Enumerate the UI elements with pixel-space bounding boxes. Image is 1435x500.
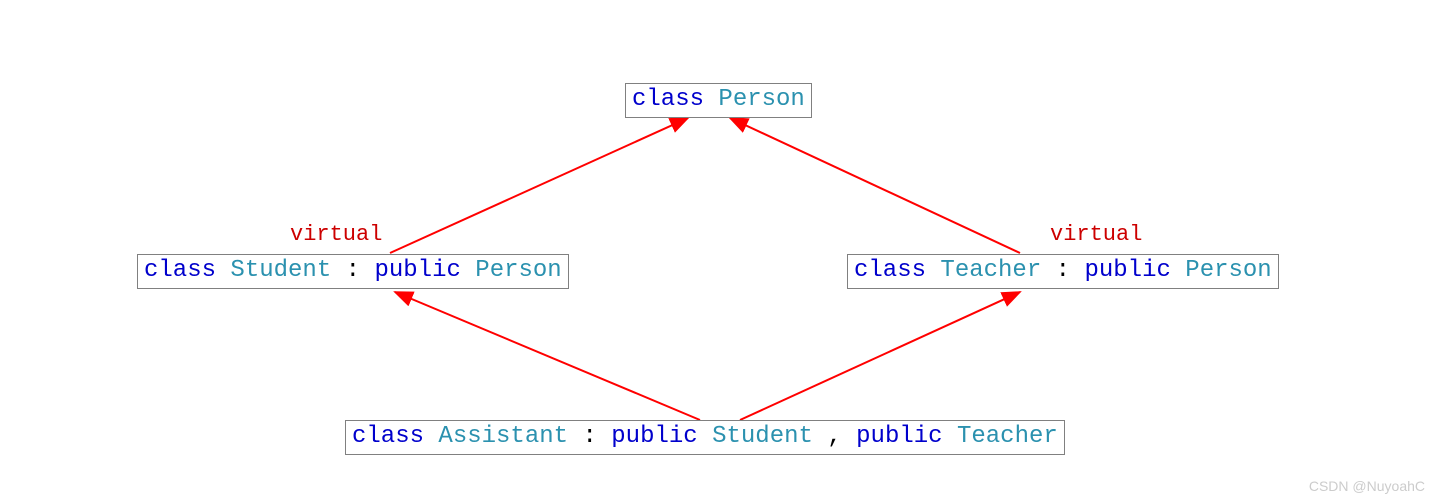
keyword-public: public: [374, 257, 460, 284]
typename-student: Student: [712, 423, 813, 450]
virtual-label-left: virtual: [290, 222, 382, 247]
typename-person: Person: [718, 86, 804, 113]
keyword-class: class: [144, 257, 216, 284]
inheritance-separator: :: [1056, 257, 1085, 284]
typename-person: Person: [1185, 257, 1271, 284]
inheritance-separator: :: [582, 423, 611, 450]
keyword-class: class: [632, 86, 704, 113]
inheritance-separator: :: [346, 257, 375, 284]
keyword-class: class: [854, 257, 926, 284]
assistant-class-box: class Assistant : public Student , publi…: [345, 420, 1065, 455]
typename-teacher: Teacher: [940, 257, 1041, 284]
typename-student: Student: [230, 257, 331, 284]
typename-person: Person: [475, 257, 561, 284]
keyword-public: public: [611, 423, 697, 450]
person-class-box: class Person: [625, 83, 812, 118]
watermark-text: CSDN @NuyoahC: [1309, 478, 1425, 494]
teacher-class-box: class Teacher : public Person: [847, 254, 1279, 289]
keyword-public: public: [1084, 257, 1170, 284]
virtual-label-right: virtual: [1050, 222, 1142, 247]
comma-separator: ,: [827, 423, 856, 450]
keyword-public: public: [856, 423, 942, 450]
student-class-box: class Student : public Person: [137, 254, 569, 289]
typename-teacher: Teacher: [957, 423, 1058, 450]
typename-assistant: Assistant: [438, 423, 568, 450]
keyword-class: class: [352, 423, 424, 450]
